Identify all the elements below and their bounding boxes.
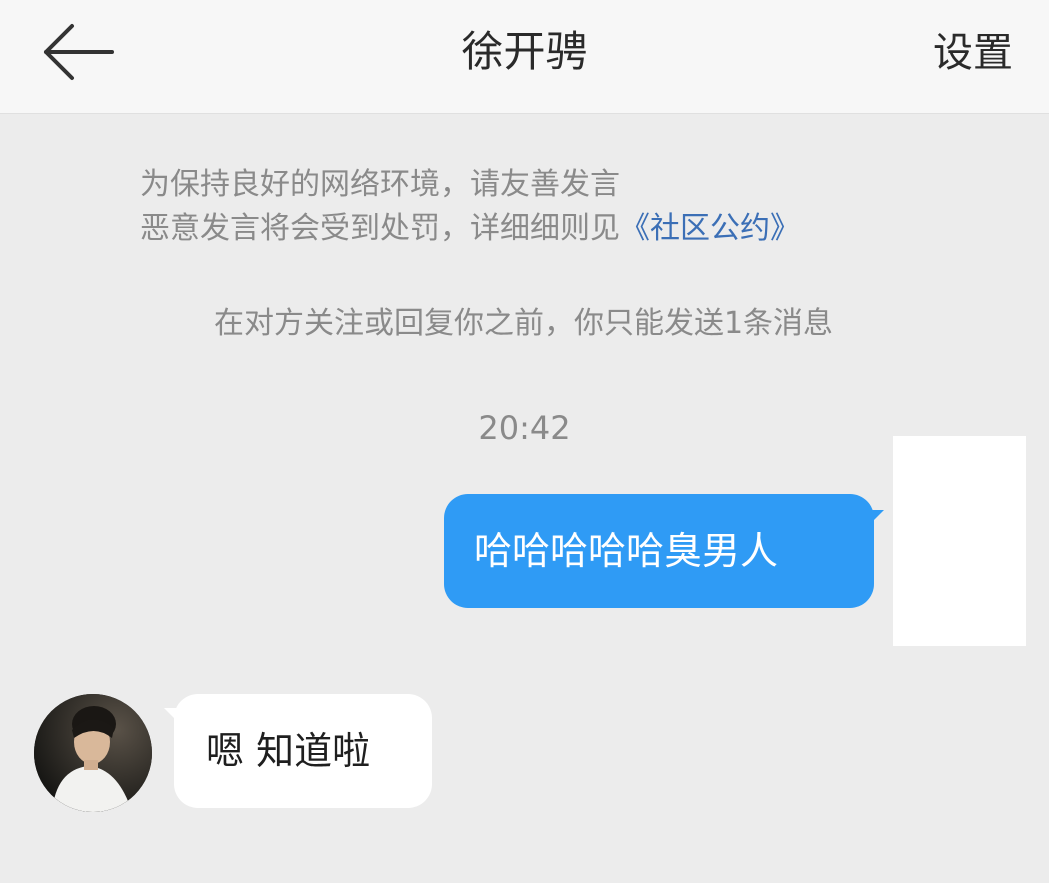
received-message-bubble[interactable]: 嗯 知道啦 (164, 694, 432, 808)
redacted-avatar-area (893, 436, 1026, 646)
sent-message-text: 哈哈哈哈哈臭男人 (474, 529, 779, 573)
notice-line-2-text: 恶意发言将会受到处罚，详细细则见 (140, 211, 620, 246)
message-timestamp: 20:42 (478, 409, 571, 447)
message-limit-notice: 在对方关注或回复你之前，你只能发送1条消息 (0, 302, 1049, 346)
page-title: 徐开骋 (461, 27, 588, 76)
community-notice: 为保持良好的网络环境，请友善发言 恶意发言将会受到处罚，详细细则见《社区公约》 (140, 163, 800, 251)
nav-bar: 徐开骋 设置 (0, 0, 1049, 114)
bubble-tail (164, 708, 178, 722)
sent-message-bubble[interactable]: 哈哈哈哈哈臭男人 (444, 494, 884, 608)
chat-screen: 徐开骋 设置 为保持良好的网络环境，请友善发言 恶意发言将会受到处罚，详细细则见… (0, 0, 1049, 883)
community-rules-link[interactable]: 《社区公约》 (620, 211, 800, 246)
message-limit-text: 在对方关注或回复你之前，你只能发送1条消息 (213, 306, 834, 341)
bubble-tail (870, 510, 884, 524)
received-message-text: 嗯 知道啦 (206, 729, 371, 773)
notice-line-2: 恶意发言将会受到处罚，详细细则见《社区公约》 (140, 207, 800, 251)
settings-button[interactable]: 设置 (933, 27, 1013, 79)
avatar[interactable] (34, 694, 152, 812)
avatar-photo (34, 694, 152, 812)
notice-line-1: 为保持良好的网络环境，请友善发言 (140, 167, 620, 202)
